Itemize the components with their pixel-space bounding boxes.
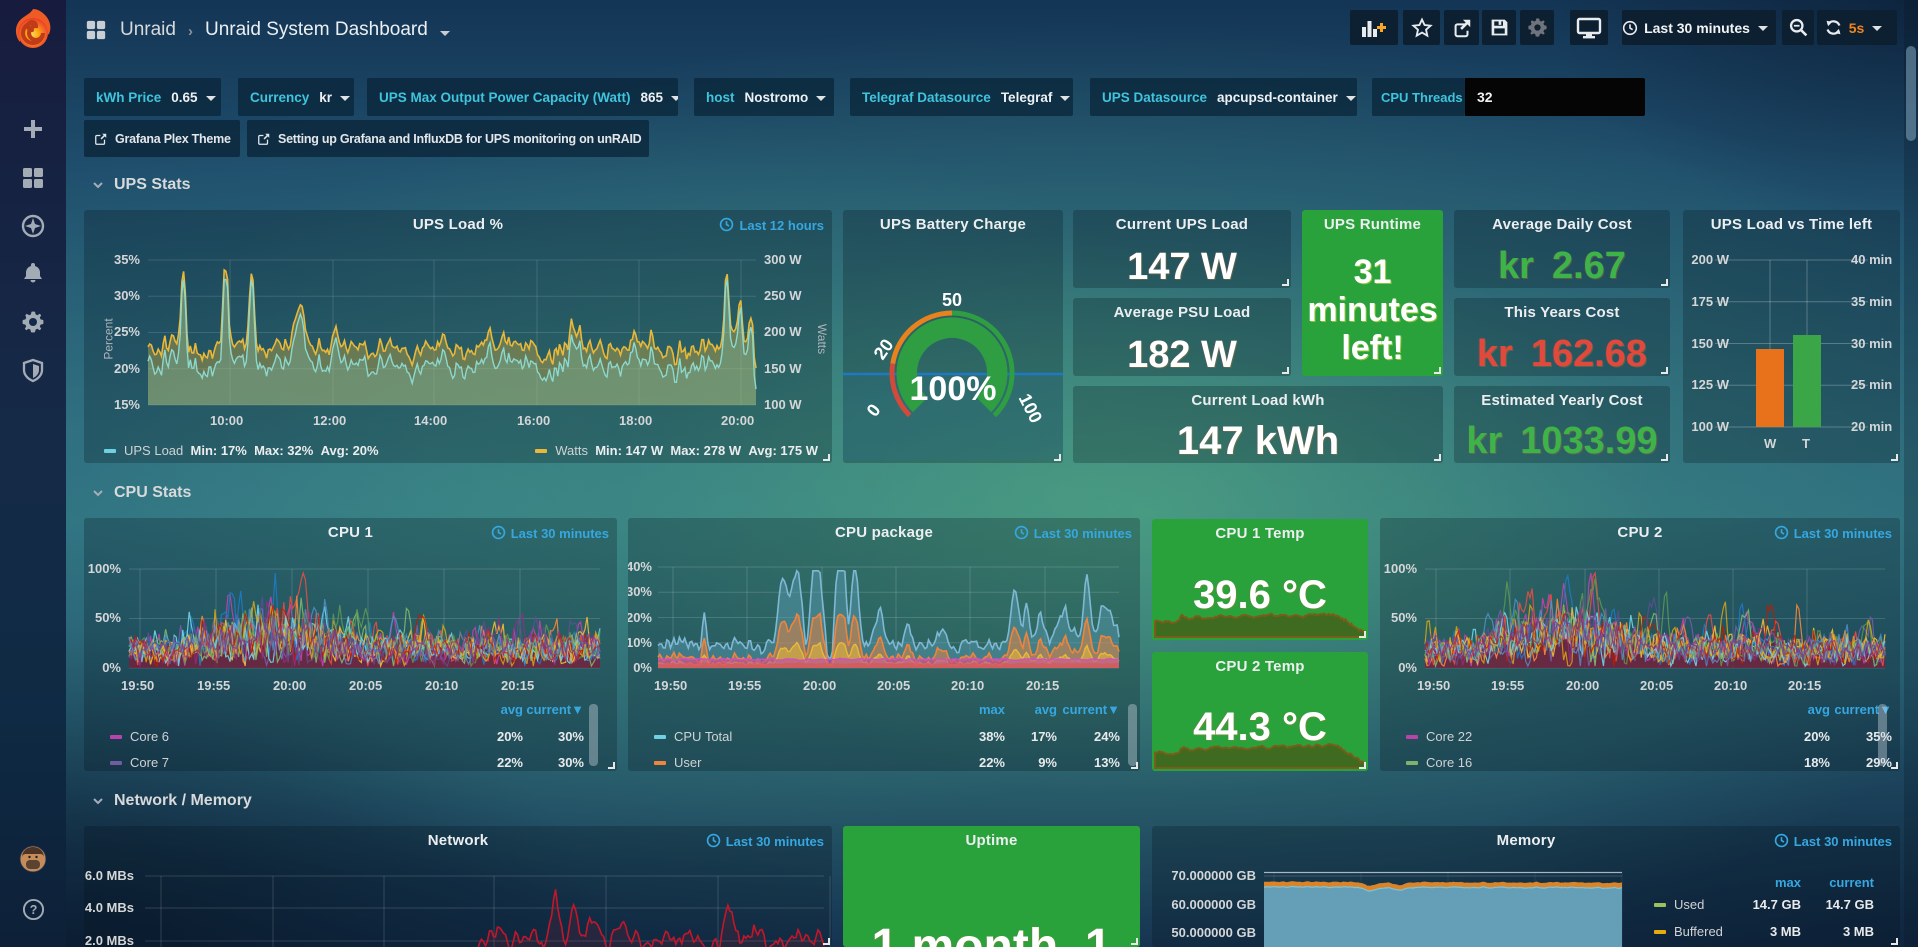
svg-text:?: ? <box>30 903 38 917</box>
